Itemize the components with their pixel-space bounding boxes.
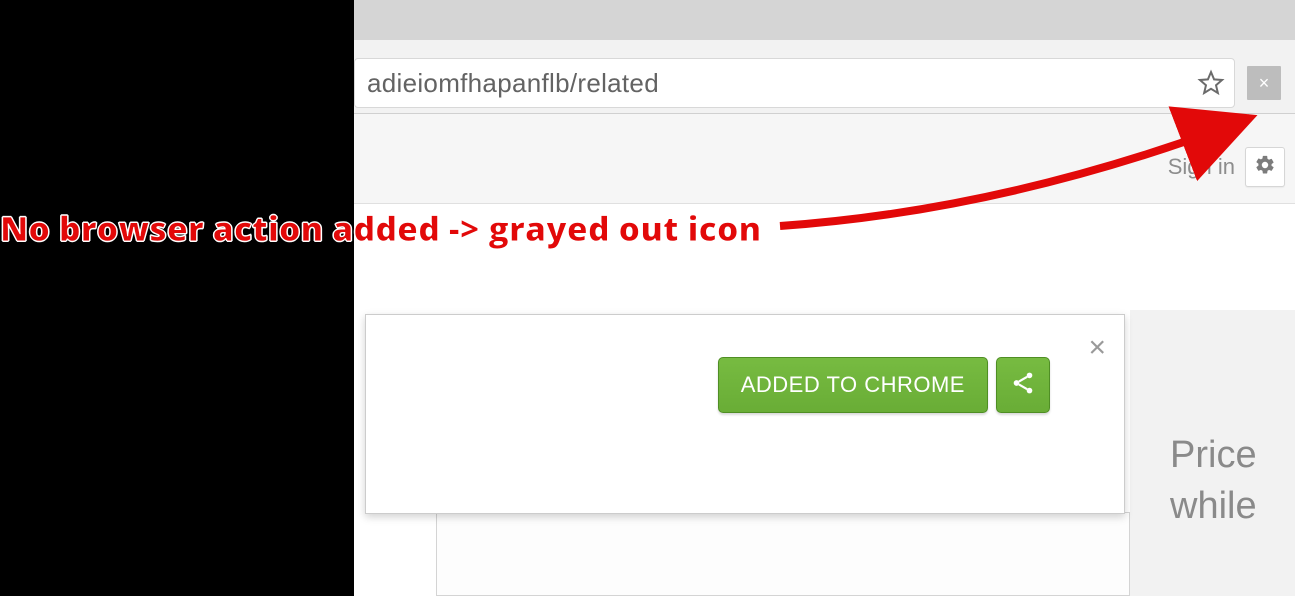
settings-button[interactable]	[1245, 147, 1285, 187]
popup-close-button[interactable]: ×	[1088, 333, 1106, 363]
signin-link[interactable]: Sign in	[1168, 154, 1235, 180]
extension-popup: × ADDED TO CHROME	[365, 314, 1125, 514]
related-panel	[436, 512, 1130, 596]
extension-grayed-icon[interactable]: ×	[1247, 66, 1281, 100]
viewport: adieiomfhapanflb/related × Sign in Price…	[0, 0, 1295, 596]
gear-icon	[1254, 154, 1276, 181]
signin-row: Sign in	[1168, 140, 1295, 194]
side-text-line1: Price	[1170, 430, 1295, 481]
popup-buttons: ADDED TO CHROME	[718, 357, 1050, 413]
address-bar[interactable]: adieiomfhapanflb/related	[354, 58, 1235, 108]
bookmark-star-icon[interactable]	[1196, 68, 1226, 98]
close-icon: ×	[1259, 74, 1270, 92]
share-icon	[1010, 370, 1036, 401]
redacted-region	[0, 0, 354, 596]
side-panel: Price while	[1130, 310, 1295, 596]
added-to-chrome-button[interactable]: ADDED TO CHROME	[718, 357, 988, 413]
side-text-line2: while	[1170, 481, 1295, 532]
url-text: adieiomfhapanflb/related	[367, 68, 1188, 99]
close-icon: ×	[1088, 331, 1106, 364]
annotation-text: No browser action added -> grayed out ic…	[0, 205, 761, 251]
share-button[interactable]	[996, 357, 1050, 413]
